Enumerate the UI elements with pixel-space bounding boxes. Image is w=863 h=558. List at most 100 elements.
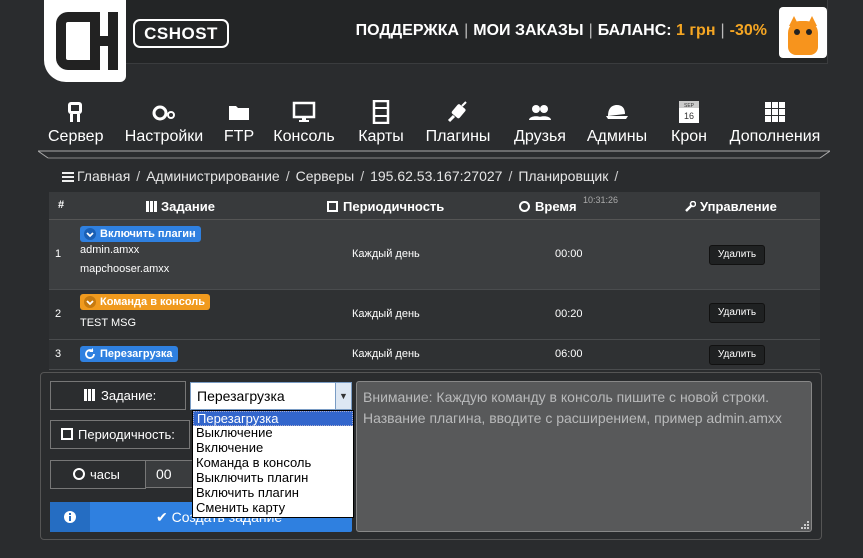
settings-icon — [122, 100, 206, 124]
nav-item-admins[interactable]: Админы — [584, 100, 650, 146]
nav-label: Дополнения — [729, 128, 821, 145]
discount-badge: -30% — [729, 22, 767, 39]
top-links: ПОДДЕРЖКА | МОИ ЗАКАЗЫ | БАЛАНС: 1 грн | -30% — [355, 22, 767, 39]
col-time: Время — [519, 199, 577, 214]
breadcrumb-admin[interactable]: Администрирование — [146, 168, 280, 184]
period-cell: Каждый день — [352, 308, 420, 320]
breadcrumb: Главная / Администрирование / Серверы/195.62… — [62, 168, 624, 184]
monitor-icon — [272, 100, 336, 124]
time-cell: 06:00 — [555, 348, 583, 360]
breadcrumb-home[interactable]: Главная — [77, 168, 130, 184]
nav-item-addons[interactable]: Дополнения — [726, 100, 824, 146]
calendar-icon: SEP 16 — [668, 100, 710, 124]
grid-icon — [146, 201, 157, 212]
nav-item-server[interactable]: Сервер — [48, 100, 104, 146]
breadcrumb-scheduler: Планировщик — [518, 168, 609, 184]
avatar[interactable] — [779, 7, 827, 58]
nav-divider — [38, 150, 830, 159]
check-icon: ✔ — [156, 509, 168, 525]
dropdown-option[interactable]: Сменить карту — [193, 501, 353, 516]
nav-label: Админы — [586, 128, 648, 145]
breadcrumb-server-ip[interactable]: 195.62.53.167:27027 — [370, 168, 502, 184]
nav-item-maps[interactable]: Карты — [354, 100, 408, 146]
resize-handle-icon[interactable] — [799, 519, 809, 529]
film-icon — [354, 100, 408, 124]
calendar-icon — [327, 201, 338, 212]
nav-item-settings[interactable]: Настройки — [122, 100, 206, 146]
logo-icon[interactable] — [44, 0, 126, 82]
grid-icon — [726, 100, 824, 124]
dropdown-option[interactable]: Выключить плагин — [193, 471, 353, 486]
balance-label: БАЛАНС: — [597, 22, 672, 39]
delete-button[interactable]: Удалить — [709, 303, 765, 323]
time-cell: 00:20 — [555, 308, 583, 320]
dropdown-option[interactable]: Включение — [193, 441, 353, 456]
menu-icon — [62, 172, 74, 182]
period-cell: Каждый день — [352, 348, 420, 360]
nav-label: Друзья — [514, 128, 566, 145]
chevron-down-icon — [84, 296, 96, 308]
row-number: 3 — [55, 348, 62, 360]
task-tag-console-command: Команда в консоль — [80, 294, 211, 310]
support-link[interactable]: ПОДДЕРЖКА — [356, 22, 459, 39]
nav-item-ftp[interactable]: FTP — [222, 100, 256, 146]
nav-label: Настройки — [124, 128, 204, 145]
task-label: Задание: — [50, 381, 186, 410]
wrench-icon — [685, 200, 697, 212]
calendar-day-text: 16 — [684, 111, 694, 121]
nav-label: Консоль — [273, 128, 335, 145]
period-label: Периодичность: — [50, 420, 190, 449]
my-orders-link[interactable]: МОИ ЗАКАЗЫ — [473, 22, 583, 39]
refresh-icon — [85, 348, 95, 359]
dropdown-option[interactable]: Команда в консоль — [193, 456, 353, 471]
task-tag-enable-plugin: Включить плагин — [80, 226, 201, 242]
col-manage: Управление — [685, 199, 777, 214]
nav-item-console[interactable]: Консоль — [272, 100, 336, 146]
folder-icon — [222, 100, 256, 124]
info-icon[interactable] — [50, 502, 90, 532]
logo-text[interactable]: CSHOST — [133, 19, 229, 48]
breadcrumb-servers[interactable]: Серверы — [296, 168, 355, 184]
table-header: # Задание Периодичность Время 10:31:26 У… — [49, 192, 820, 220]
delete-button[interactable]: Удалить — [709, 245, 765, 265]
calendar-month-text: SEP — [684, 103, 695, 109]
row-number: 2 — [55, 308, 62, 320]
plugin-icon — [422, 100, 494, 124]
balance-value[interactable]: 1 грн — [676, 22, 715, 39]
row-number: 1 — [55, 248, 62, 260]
scheduler-table: # Задание Периодичность Время 10:31:26 У… — [49, 192, 820, 370]
clock-icon — [73, 468, 85, 480]
table-row: 2 Команда в консоль TEST MSG Каждый день… — [49, 290, 820, 340]
task-detail: TEST MSG — [80, 317, 137, 329]
nav-item-plugins[interactable]: Плагины — [422, 100, 494, 146]
current-time: 10:31:26 — [583, 195, 619, 205]
cap-icon — [584, 100, 650, 124]
calendar-icon — [61, 428, 73, 440]
chevron-down-icon[interactable]: ▼ — [335, 383, 351, 409]
time-cell: 00:00 — [555, 248, 583, 260]
nav-label: Карты — [358, 128, 404, 145]
nav-label: Плагины — [425, 128, 491, 145]
friends-icon — [510, 100, 570, 124]
nav-item-cron[interactable]: SEP 16 Крон — [668, 100, 710, 146]
dropdown-option[interactable]: Включить плагин — [193, 486, 353, 501]
nav-label: FTP — [223, 128, 255, 145]
nav-item-friends[interactable]: Друзья — [510, 100, 570, 146]
col-period: Периодичность — [327, 199, 444, 214]
command-textarea[interactable]: Внимание: Каждую команду в консоль пишит… — [356, 381, 812, 532]
period-cell: Каждый день — [352, 248, 420, 260]
col-task: Задание — [146, 199, 215, 214]
chevron-down-icon — [84, 228, 96, 240]
task-detail: admin.amxx — [80, 244, 140, 256]
task-select[interactable]: Перезагрузка ▼ — [190, 382, 352, 410]
task-detail: mapchooser.amxx — [80, 263, 170, 275]
clock-icon — [519, 201, 530, 212]
main-nav: Сервер Настройки FTP Консоль Карты Плаги… — [38, 100, 830, 148]
dropdown-option[interactable]: Выключение — [193, 426, 353, 441]
table-row: 1 Включить плагин admin.amxx mapchooser.… — [49, 220, 820, 290]
hour-select[interactable]: 00 — [145, 460, 193, 488]
server-icon — [48, 100, 102, 124]
delete-button[interactable]: Удалить — [709, 345, 765, 365]
dropdown-option[interactable]: Перезагрузка — [193, 411, 353, 426]
nav-label: Сервер — [48, 128, 104, 145]
